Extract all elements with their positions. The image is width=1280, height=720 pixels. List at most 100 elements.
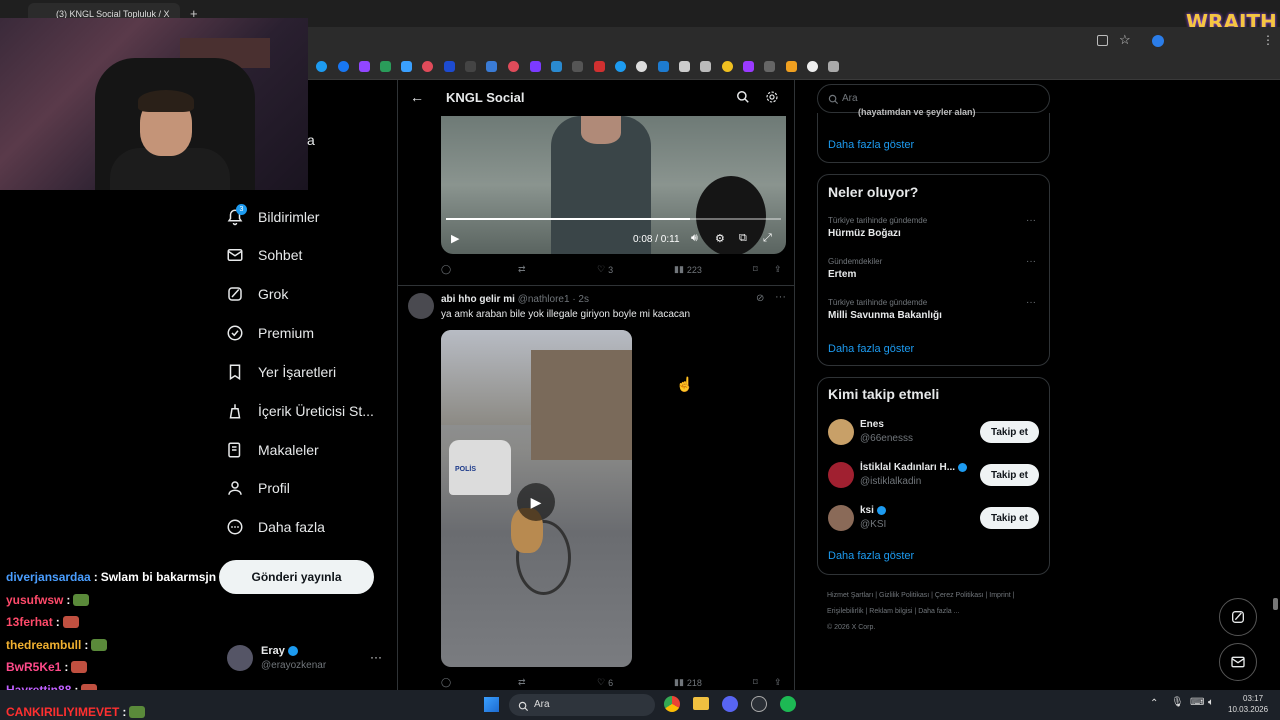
bookmark-icon-3[interactable] <box>359 61 370 72</box>
reply-icon[interactable]: ◯ <box>441 264 451 275</box>
more-icon[interactable]: ··· <box>775 291 786 303</box>
nav-bookmarks[interactable]: Yer İşaretleri <box>226 358 336 386</box>
account-name[interactable]: Eray <box>261 645 298 657</box>
clock-time[interactable]: 03:17 <box>1243 694 1263 703</box>
footer-link[interactable]: Erişilebilirlik <box>827 608 864 615</box>
bookmark-button[interactable]: ⌑ <box>753 264 758 275</box>
author-avatar[interactable] <box>408 293 434 319</box>
play-icon[interactable]: ▶ <box>451 232 459 245</box>
share-icon[interactable]: ⇪ <box>774 677 782 688</box>
reply-icon[interactable]: ◯ <box>441 677 451 688</box>
spotify-icon[interactable] <box>780 696 796 712</box>
author-name[interactable]: abi hho gelir mi <box>441 294 515 305</box>
bookmark-icon-9[interactable] <box>486 61 497 72</box>
bookmark-icon-14[interactable] <box>594 61 605 72</box>
follow-button[interactable]: Takip et <box>980 421 1039 443</box>
speaker-icon[interactable]: 🔈︎ <box>1208 697 1214 708</box>
trend-more-icon[interactable]: ··· <box>1026 297 1036 308</box>
back-arrow-icon[interactable]: ← <box>410 89 424 105</box>
trend-name[interactable]: Hürmüz Boğazı <box>828 228 901 239</box>
footer-link[interactable]: Gizlilik Politikası <box>879 592 929 599</box>
account-more-button[interactable]: ··· <box>370 650 382 664</box>
footer-link[interactable]: Daha fazla ... <box>918 608 959 615</box>
settings-icon[interactable]: ⚙ <box>715 232 725 245</box>
cast-icon[interactable] <box>1097 35 1108 46</box>
footer-link[interactable]: Reklam bilgisi <box>869 608 912 615</box>
bookmark-icon-20[interactable] <box>722 61 733 72</box>
avatar[interactable] <box>227 645 253 671</box>
video-player[interactable]: ▶ 0:08 / 0:11 🔊︎ ⚙ ⧉ ⤢ <box>441 116 786 254</box>
network-icon[interactable]: ⌨ <box>1190 697 1204 708</box>
bookmark-icon-7[interactable] <box>444 61 455 72</box>
fullscreen-icon[interactable]: ⤢ <box>763 232 772 245</box>
bookmark-icon-2[interactable] <box>338 61 349 72</box>
bookmark-icon-8[interactable] <box>465 61 476 72</box>
suggestion-name-row[interactable]: ksi <box>860 505 886 516</box>
grok-floating-button[interactable] <box>1219 598 1257 636</box>
footer-link[interactable]: Çerez Politikası <box>935 592 984 599</box>
follow-button[interactable]: Takip et <box>980 464 1039 486</box>
grok-icon[interactable]: ⊘ <box>756 293 764 304</box>
avatar[interactable] <box>828 462 854 488</box>
windows-start-icon[interactable] <box>484 697 499 712</box>
nav-profile[interactable]: Profil <box>226 474 290 502</box>
volume-icon[interactable]: 🔊︎ <box>691 232 698 245</box>
bookmark-icon-6[interactable] <box>422 61 433 72</box>
nav-chat[interactable]: Sohbet <box>226 241 302 269</box>
trend-name[interactable]: Ertem <box>828 269 856 280</box>
like-button[interactable]: ♡ 6 <box>597 677 613 688</box>
nav-more[interactable]: Daha fazla <box>226 513 325 541</box>
nav-premium[interactable]: Premium <box>226 319 314 347</box>
bookmark-icon-15[interactable] <box>615 61 626 72</box>
bookmark-icon-24[interactable] <box>807 61 818 72</box>
nav-grok[interactable]: Grok <box>226 280 288 308</box>
messages-floating-button[interactable] <box>1219 643 1257 681</box>
like-button[interactable]: ♡ 3 <box>597 264 613 275</box>
repost-icon[interactable]: ⇄ <box>518 264 526 275</box>
show-more-link[interactable]: Daha fazla göster <box>828 550 914 562</box>
bookmark-icon-21[interactable] <box>743 61 754 72</box>
scrollbar-thumb[interactable] <box>1273 598 1278 610</box>
gear-icon[interactable] <box>765 90 779 104</box>
play-icon[interactable]: ▶ <box>517 483 555 521</box>
repost-icon[interactable]: ⇄ <box>518 677 526 688</box>
share-icon[interactable]: ⇪ <box>774 264 782 275</box>
post-button[interactable]: Gönderi yayınla <box>219 560 374 594</box>
views-button[interactable]: ▮▮ 218 <box>674 677 702 688</box>
bookmark-icon-23[interactable] <box>786 61 797 72</box>
nav-notifications[interactable]: 3 Bildirimler <box>226 203 319 231</box>
trend-name[interactable]: Milli Savunma Bakanlığı <box>828 310 942 321</box>
post-video-thumbnail[interactable]: POLİS ▶ <box>441 330 632 667</box>
nav-creator-studio[interactable]: İçerik Üreticisi St... <box>226 397 374 425</box>
bookmark-icon-17[interactable] <box>658 61 669 72</box>
tray-chevron-icon[interactable]: ⌃ <box>1150 698 1158 709</box>
avatar[interactable] <box>828 419 854 445</box>
clock-date[interactable]: 10.03.2026 <box>1228 705 1268 714</box>
bookmark-icon-4[interactable] <box>380 61 391 72</box>
bookmark-icon-19[interactable] <box>700 61 711 72</box>
pip-icon[interactable]: ⧉ <box>739 232 747 245</box>
bookmark-icon-16[interactable] <box>636 61 647 72</box>
microphone-icon[interactable]: 🎙︎ <box>1171 697 1184 708</box>
bookmark-icon-1[interactable] <box>316 61 327 72</box>
taskbar-search[interactable]: Ara <box>509 694 655 716</box>
bookmark-button[interactable]: ⌑ <box>753 677 758 688</box>
bookmark-icon-13[interactable] <box>572 61 583 72</box>
show-more-link[interactable]: Daha fazla göster <box>828 343 914 355</box>
bookmark-icon-22[interactable] <box>764 61 775 72</box>
bookmark-icon-18[interactable] <box>679 61 690 72</box>
folder-icon[interactable] <box>693 697 709 710</box>
suggestion-name[interactable]: Enes <box>860 419 884 430</box>
extension-icon[interactable] <box>1152 35 1164 47</box>
menu-icon[interactable]: ⋮ <box>1262 33 1274 47</box>
bookmark-icon-25[interactable] <box>828 61 839 72</box>
bookmark-icon-11[interactable] <box>530 61 541 72</box>
views-button[interactable]: ▮▮ 223 <box>674 264 702 275</box>
footer-link[interactable]: Hizmet Şartları <box>827 592 873 599</box>
avatar[interactable] <box>828 505 854 531</box>
chrome-icon[interactable] <box>664 696 680 712</box>
suggestion-name-row[interactable]: İstiklal Kadınları H... <box>860 462 967 473</box>
show-more-link[interactable]: Daha fazla göster <box>828 139 914 151</box>
nav-articles[interactable]: Makaleler <box>226 436 319 464</box>
trend-more-icon[interactable]: ··· <box>1026 256 1036 267</box>
